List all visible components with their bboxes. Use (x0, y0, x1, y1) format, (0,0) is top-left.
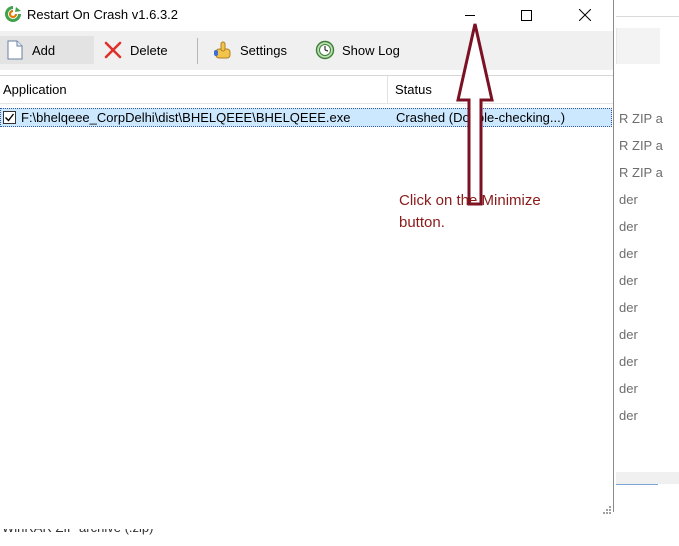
row-application-path: F:\bhelqeee_CorpDelhi\dist\BHELQEEE\BHEL… (21, 110, 351, 125)
column-header-status[interactable]: Status (389, 76, 613, 103)
list-item[interactable]: F:\bhelqeee_CorpDelhi\dist\BHELQEEE\BHEL… (0, 108, 612, 127)
add-button[interactable]: Add (0, 36, 94, 64)
add-label: Add (32, 42, 56, 58)
settings-label: Settings (240, 42, 287, 58)
background-row: der (619, 192, 638, 207)
background-row: der (619, 408, 638, 423)
toolbar-separator (197, 38, 198, 64)
maximize-icon (520, 9, 532, 21)
show-log-label: Show Log (342, 42, 400, 58)
delete-x-icon (102, 39, 124, 61)
minimize-icon (465, 10, 475, 20)
background-row: der (619, 354, 638, 369)
close-button[interactable] (562, 0, 608, 30)
row-checkbox[interactable] (3, 111, 16, 124)
background-status-strip (616, 472, 679, 484)
app-icon (5, 6, 21, 22)
log-clock-icon (314, 39, 336, 61)
background-row: der (619, 381, 638, 396)
title-bar[interactable]: Restart On Crash v1.6.3.2 (0, 0, 613, 30)
background-row: R ZIP a (619, 138, 663, 153)
window-title: Restart On Crash v1.6.3.2 (27, 7, 179, 22)
background-divider (616, 16, 679, 17)
settings-hand-icon (212, 39, 234, 61)
header-divider (0, 103, 613, 104)
background-row: der (619, 327, 638, 342)
delete-button[interactable]: Delete (98, 36, 168, 64)
new-document-icon (4, 39, 26, 61)
background-row: R ZIP a (619, 111, 663, 126)
restart-on-crash-window: Restart On Crash v1.6.3.2 Add Delete Set… (0, 0, 614, 514)
background-row: der (619, 219, 638, 234)
toolbar: Add Delete Settings Show Log (0, 31, 613, 70)
annotation-note: Click on the Minimize button. (399, 192, 541, 231)
column-header-application[interactable]: Application (0, 76, 388, 103)
delete-label: Delete (130, 42, 168, 58)
close-icon (579, 9, 591, 21)
background-row: der (619, 300, 638, 315)
annotation-arrow-icon (456, 22, 494, 206)
settings-button[interactable]: Settings (208, 36, 287, 64)
maximize-button[interactable] (503, 0, 549, 30)
background-toolbar (616, 28, 660, 64)
background-row: der (619, 246, 638, 261)
application-list[interactable]: Application Status F:\bhelqeee_CorpDelhi… (0, 75, 613, 514)
resize-grip-icon[interactable] (601, 501, 611, 514)
show-log-button[interactable]: Show Log (310, 36, 400, 64)
background-row: R ZIP a (619, 165, 663, 180)
background-selection-line (616, 484, 658, 485)
background-row: der (619, 273, 638, 288)
